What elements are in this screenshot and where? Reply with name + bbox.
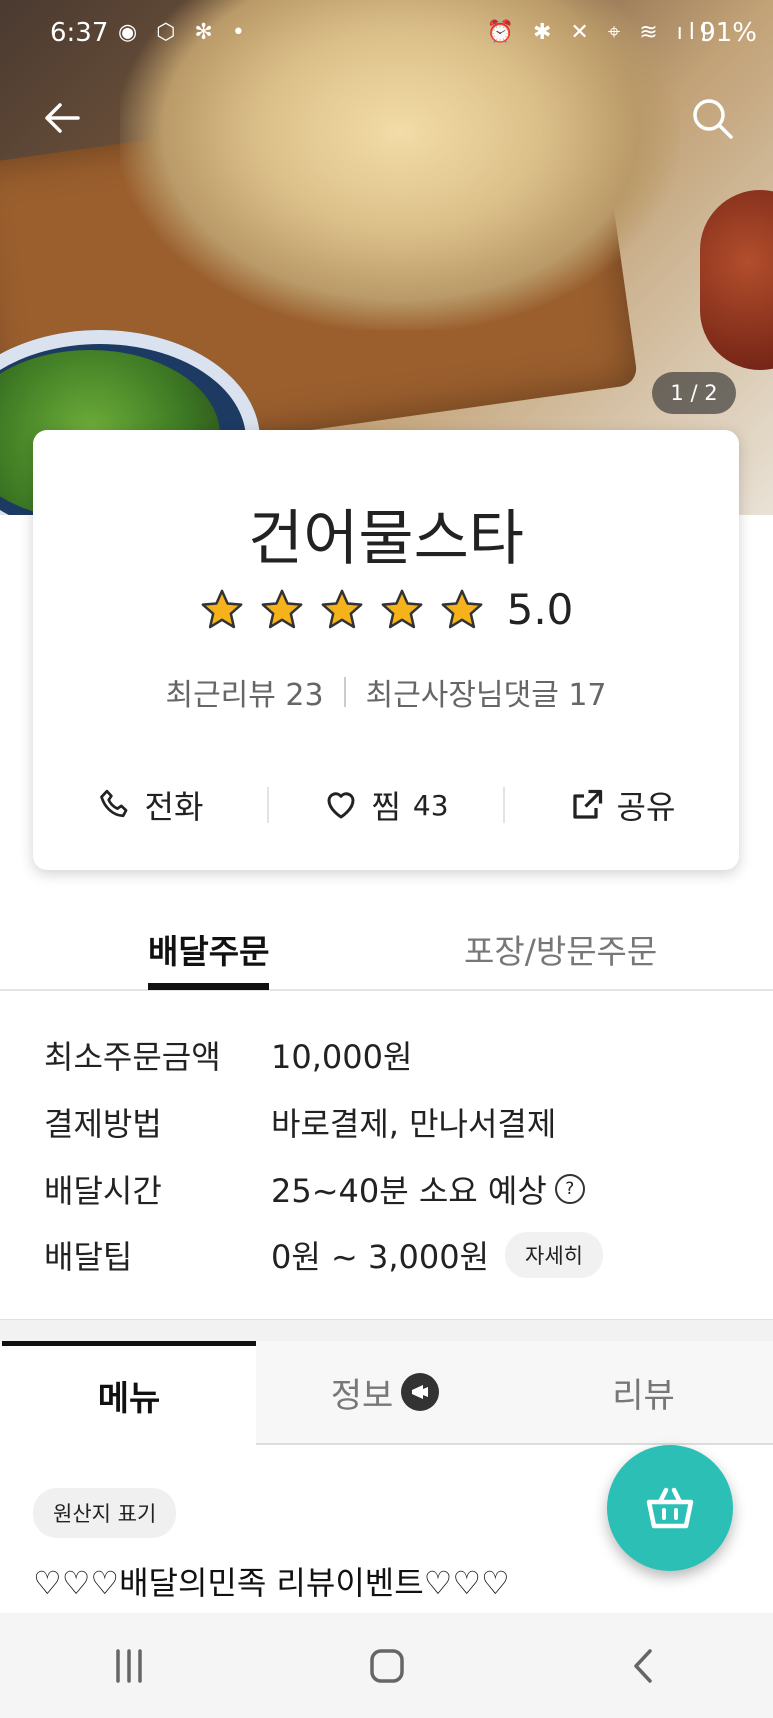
share-label: 공유 xyxy=(616,788,676,826)
sausage-graphic xyxy=(700,190,773,370)
tab-delivery-label: 배달주문 xyxy=(148,932,270,971)
home-icon xyxy=(369,1648,404,1683)
payment-label: 결제방법 xyxy=(44,1105,162,1143)
back-arrow-icon xyxy=(45,103,80,133)
chevron-left-icon xyxy=(634,1648,652,1683)
notification-icons: ◉ ⬡ ✻ • xyxy=(118,20,251,45)
delivery-time-row: 배달시간 25~40분 소요 예상 ? xyxy=(44,1164,585,1214)
star-icon xyxy=(441,589,483,628)
recent-apps-button[interactable] xyxy=(0,1646,258,1686)
status-bar: 6:37 ◉ ⬡ ✻ • ⏰ ✱ ✕ ⌖ ≋ ıll 91% xyxy=(0,0,773,70)
recent-reviews-link[interactable]: 최근리뷰 23 xyxy=(165,670,323,714)
tab-pickup-order[interactable]: 포장/방문주문 xyxy=(464,925,657,973)
store-info-card: 건어물스타 5.0 최근리뷰 23 최근사장님댓글 17 전화 찜 43 공유 xyxy=(33,430,739,870)
divider xyxy=(343,677,346,707)
recent-owner-replies-link[interactable]: 최근사장님댓글 17 xyxy=(366,670,607,714)
store-actions: 전화 찜 43 공유 xyxy=(33,765,739,845)
rating-score: 5.0 xyxy=(506,585,574,634)
battery-level: 91% xyxy=(699,18,757,48)
payment-value: 바로결제, 만나서결제 xyxy=(271,1105,557,1143)
active-tab-underline xyxy=(148,983,270,990)
min-order-value: 10,000원 xyxy=(271,1038,413,1076)
min-order-row: 최소주문금액 10,000원 xyxy=(44,1030,412,1080)
recent-apps-icon xyxy=(116,1648,142,1683)
help-icon[interactable]: ? xyxy=(554,1174,585,1204)
tab-info-label: 정보 xyxy=(330,1375,394,1416)
review-counts: 최근리뷰 23 최근사장님댓글 17 xyxy=(33,670,739,714)
phone-icon xyxy=(99,789,127,818)
call-button[interactable]: 전화 xyxy=(33,782,267,828)
tip-detail-button[interactable]: 자세히 xyxy=(505,1232,603,1278)
star-icon xyxy=(381,589,423,628)
delivery-tip-value: 0원 ~ 3,000원 xyxy=(271,1238,490,1276)
back-button[interactable] xyxy=(32,88,92,148)
min-order-label: 최소주문금액 xyxy=(44,1038,221,1076)
delivery-tip-row: 배달팁 0원 ~ 3,000원 자세히 xyxy=(44,1230,603,1280)
origin-label-chip[interactable]: 원산지 표기 xyxy=(33,1488,177,1538)
cart-icon xyxy=(646,1487,694,1529)
share-button[interactable]: 공유 xyxy=(505,782,739,828)
like-button[interactable]: 찜 43 xyxy=(269,782,503,828)
tab-delivery-order[interactable]: 배달주문 xyxy=(148,925,270,990)
system-back-button[interactable] xyxy=(515,1646,773,1686)
cart-button[interactable] xyxy=(607,1445,733,1571)
delivery-tip-label: 배달팁 xyxy=(44,1238,133,1276)
star-icon xyxy=(201,589,243,628)
tab-review[interactable]: 리뷰 xyxy=(514,1341,773,1445)
like-count: 43 xyxy=(412,788,449,822)
store-rating: 5.0 xyxy=(33,585,739,634)
delivery-time-value: 25~40분 소요 예상 xyxy=(271,1172,547,1210)
review-event-title: ♡♡♡배달의민족 리뷰이벤트♡♡♡ xyxy=(33,1564,510,1602)
tab-info[interactable]: 정보 xyxy=(256,1341,514,1445)
call-label: 전화 xyxy=(144,788,204,826)
heart-icon xyxy=(327,792,355,819)
home-button[interactable] xyxy=(258,1646,516,1686)
share-icon xyxy=(572,789,602,819)
status-time: 6:37 xyxy=(50,18,109,48)
system-icons: ⏰ ✱ ✕ ⌖ ≋ ıll xyxy=(486,20,713,45)
store-name: 건어물스타 xyxy=(248,504,524,574)
like-label: 찜 xyxy=(371,788,401,826)
delivery-time-label: 배달시간 xyxy=(44,1172,162,1210)
star-icon xyxy=(261,589,303,628)
section-divider xyxy=(0,1319,773,1342)
megaphone-icon xyxy=(401,1373,440,1411)
system-navigation-bar xyxy=(0,1613,773,1718)
search-icon xyxy=(693,99,733,139)
tab-menu[interactable]: 메뉴 xyxy=(2,1341,258,1444)
search-button[interactable] xyxy=(682,88,742,148)
star-icon xyxy=(321,589,363,628)
order-type-tabs: 배달주문 포장/방문주문 xyxy=(0,905,773,991)
payment-row: 결제방법 바로결제, 만나서결제 xyxy=(44,1097,556,1147)
image-page-indicator: 1 / 2 xyxy=(652,372,736,414)
menu-tabs: 메뉴 정보 리뷰 xyxy=(0,1341,773,1445)
